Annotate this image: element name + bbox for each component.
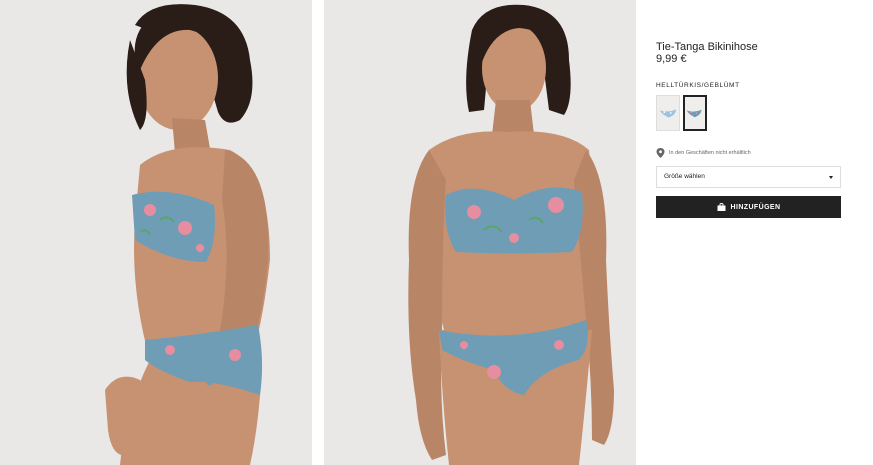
caret-down-icon bbox=[829, 176, 833, 179]
add-to-cart-button[interactable]: HINZUFÜGEN bbox=[656, 196, 841, 218]
color-swatch-light-blue[interactable] bbox=[656, 95, 680, 131]
turquoise-floral-bikini-bottom-swatch-icon bbox=[686, 109, 702, 118]
color-swatch-turquoise-floral[interactable] bbox=[683, 95, 707, 131]
product-title: Tie-Tanga Bikinihose bbox=[656, 41, 758, 53]
light-blue-bikini-bottom-swatch-icon bbox=[659, 109, 677, 118]
product-photo-front[interactable] bbox=[324, 0, 636, 465]
product-photo-side[interactable] bbox=[0, 0, 312, 465]
size-select[interactable]: Größe wählen bbox=[656, 166, 841, 188]
model-front-view-illustration bbox=[324, 0, 636, 465]
color-label: HELLTÜRKIS/GEBLÜMT bbox=[656, 82, 740, 89]
store-availability-text: In den Geschäften nicht erhältlich bbox=[669, 150, 751, 156]
add-to-cart-label: HINZUFÜGEN bbox=[730, 203, 781, 211]
location-pin-icon bbox=[656, 148, 665, 158]
model-side-view-illustration bbox=[0, 0, 312, 465]
store-availability: In den Geschäften nicht erhältlich bbox=[656, 148, 751, 158]
product-price: 9,99 € bbox=[656, 53, 687, 65]
shopping-bag-icon bbox=[717, 203, 726, 211]
size-select-label: Größe wählen bbox=[664, 173, 705, 180]
